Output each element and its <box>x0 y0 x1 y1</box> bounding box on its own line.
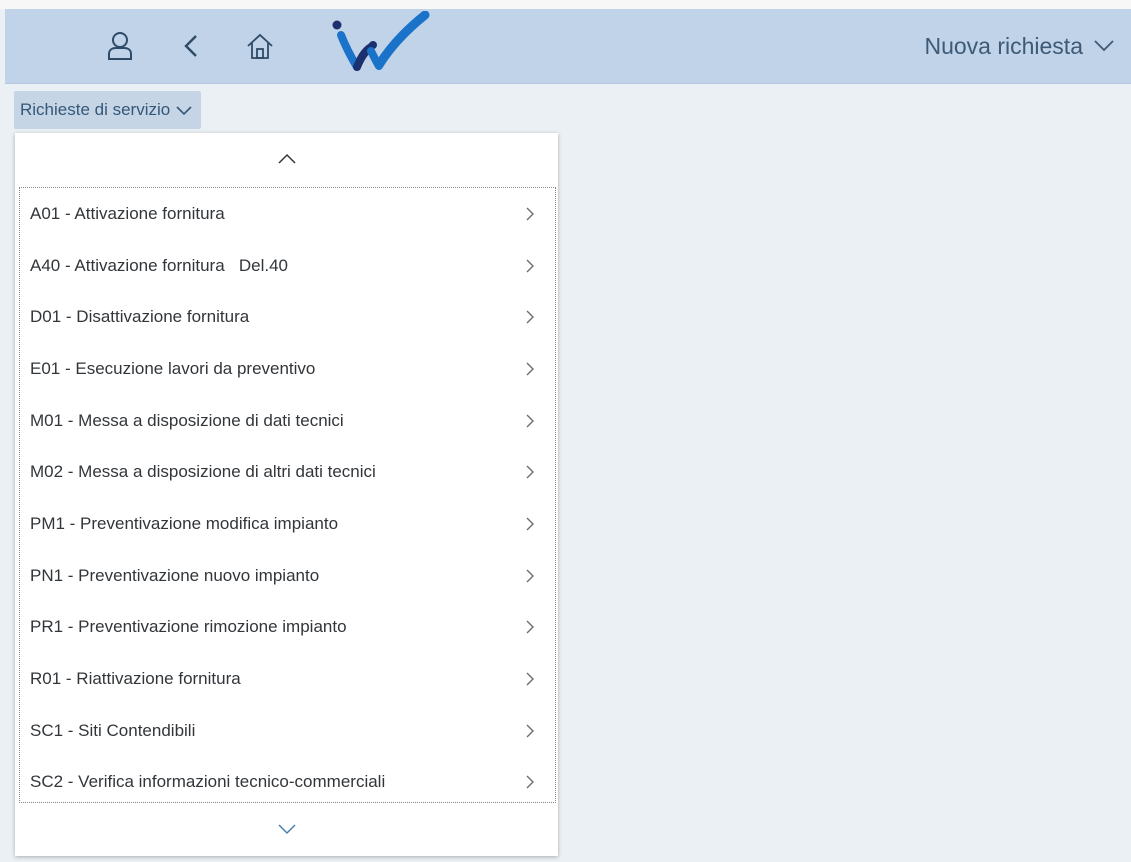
chevron-right-icon <box>525 309 535 325</box>
list-item-label: A40 - Attivazione fornitura Del.40 <box>30 255 288 275</box>
chevron-right-icon <box>525 258 535 274</box>
list-item[interactable]: PM1 - Preventivazione modifica impianto <box>20 498 555 550</box>
list-item-label: M01 - Messa a disposizione di dati tecni… <box>30 410 344 430</box>
service-requests-label: Richieste di servizio <box>20 100 171 119</box>
list-item[interactable]: A01 - Attivazione fornitura <box>20 188 555 240</box>
chevron-right-icon <box>525 361 535 377</box>
list-item-label: PN1 - Preventivazione nuovo impianto <box>30 565 320 585</box>
chevron-right-icon <box>525 774 535 790</box>
service-requests-menu-button[interactable]: Richieste di servizio <box>14 91 202 129</box>
scroll-down-button[interactable] <box>15 811 558 847</box>
list-item[interactable]: A40 - Attivazione fornitura Del.40 <box>20 240 555 292</box>
list-item-label: M02 - Messa a disposizione di altri dati… <box>30 462 376 482</box>
chevron-up-icon <box>277 153 297 165</box>
list-item[interactable]: E01 - Esecuzione lavori da preventivo <box>20 343 555 395</box>
chevron-down-icon <box>175 105 193 116</box>
list-item-label: E01 - Esecuzione lavori da preventivo <box>30 358 316 378</box>
list-item-label: PM1 - Preventivazione modifica impianto <box>30 513 339 533</box>
chevron-down-icon <box>1093 39 1115 53</box>
service-requests-list: A01 - Attivazione fornitura A40 - Attivaz… <box>19 187 556 803</box>
checkmark-logo[interactable] <box>327 10 431 75</box>
list-item[interactable]: SC1 - Siti Contendibili <box>20 705 555 757</box>
chevron-right-icon <box>525 516 535 532</box>
chevron-right-icon <box>525 413 535 429</box>
back-icon[interactable] <box>172 26 212 66</box>
shell-header: Nuova richiesta <box>5 9 1131 84</box>
scroll-up-button[interactable] <box>15 141 558 177</box>
window-top-strip <box>0 0 1131 9</box>
chevron-right-icon <box>525 723 535 739</box>
chevron-right-icon <box>525 671 535 687</box>
list-item[interactable]: R01 - Riattivazione fornitura <box>20 653 555 705</box>
service-requests-popup: A01 - Attivazione fornitura A40 - Attivaz… <box>15 133 558 856</box>
list-item[interactable]: M01 - Messa a disposizione di dati tecni… <box>20 395 555 447</box>
chevron-right-icon <box>525 464 535 480</box>
list-item[interactable]: PN1 - Preventivazione nuovo impianto <box>20 550 555 602</box>
list-item[interactable]: SC2 - Verifica informazioni tecnico-comm… <box>20 757 555 802</box>
list-item-label: PR1 - Preventivazione rimozione impianto <box>30 617 347 637</box>
list-item-label: A01 - Attivazione fornitura <box>30 203 225 223</box>
user-icon[interactable] <box>100 26 140 66</box>
list-item[interactable]: M02 - Messa a disposizione di altri dati… <box>20 446 555 498</box>
chevron-down-icon <box>277 823 297 835</box>
list-item[interactable]: D01 - Disattivazione fornitura <box>20 291 555 343</box>
home-icon[interactable] <box>240 26 280 66</box>
list-item-label: D01 - Disattivazione fornitura <box>30 307 250 327</box>
list-item-label: SC1 - Siti Contendibili <box>30 720 196 740</box>
list-item-label: SC2 - Verifica informazioni tecnico-comm… <box>30 772 386 792</box>
chevron-right-icon <box>525 206 535 222</box>
header-title: Nuova richiesta <box>924 32 1083 59</box>
header-title-menu[interactable]: Nuova richiesta <box>924 29 1115 63</box>
chevron-right-icon <box>525 568 535 584</box>
list-item-label: R01 - Riattivazione fornitura <box>30 669 241 689</box>
list-item[interactable]: PR1 - Preventivazione rimozione impianto <box>20 602 555 654</box>
chevron-right-icon <box>525 619 535 635</box>
